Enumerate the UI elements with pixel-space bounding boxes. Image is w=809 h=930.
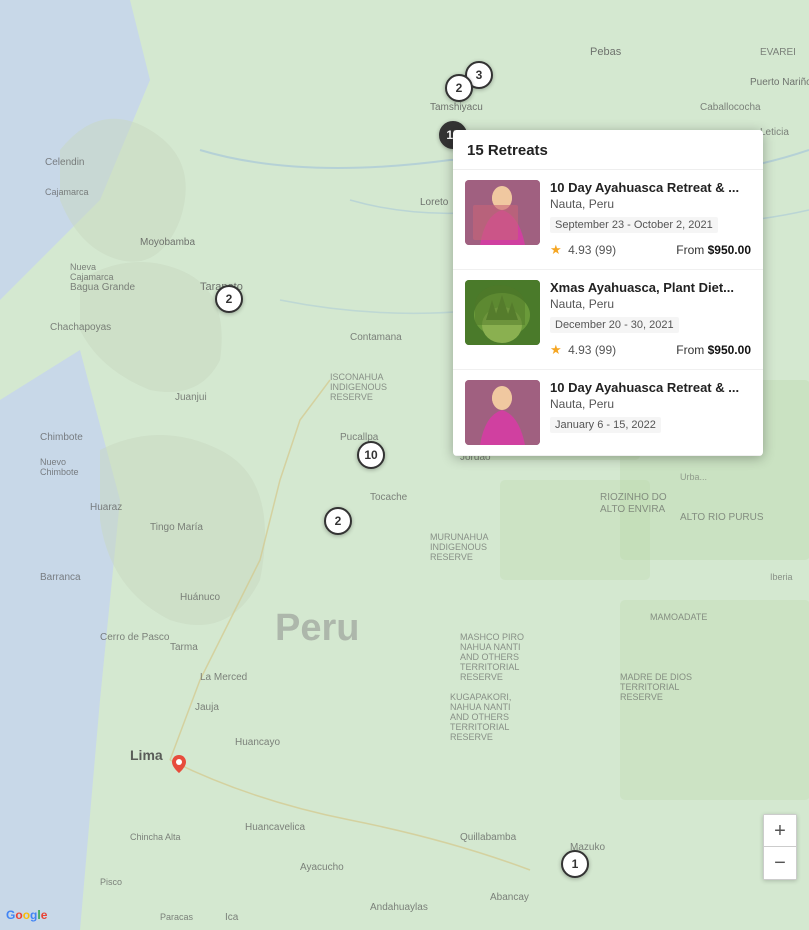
svg-text:ALTO RIO PURUS: ALTO RIO PURUS: [680, 512, 764, 523]
retreat-rating-row-1: ★ 4.93 (99) From $950.00: [550, 241, 751, 259]
svg-text:Tamshiyacu: Tamshiyacu: [430, 102, 483, 113]
svg-text:Ica: Ica: [225, 912, 239, 923]
retreat-date-2: December 20 - 30, 2021: [550, 317, 679, 333]
svg-text:Tingo María: Tingo María: [150, 522, 203, 533]
svg-text:Cerro de Pasco: Cerro de Pasco: [100, 632, 170, 643]
svg-text:Bagua Grande: Bagua Grande: [70, 282, 135, 293]
google-logo: Google: [6, 908, 47, 922]
svg-text:EVAREI: EVAREI: [760, 47, 796, 58]
svg-text:MAMOADATE: MAMOADATE: [650, 612, 707, 622]
retreat-location-2: Nauta, Peru: [550, 297, 751, 311]
rating-text-2: 4.93 (99): [568, 343, 616, 357]
lima-pin: [172, 755, 186, 778]
zoom-controls: + −: [763, 814, 797, 880]
svg-text:Jauja: Jauja: [195, 702, 219, 713]
svg-text:Huancayo: Huancayo: [235, 737, 280, 748]
svg-text:Cajamarca: Cajamarca: [45, 187, 89, 197]
retreat-card-1[interactable]: 10 Day Ayahuasca Retreat & ... Nauta, Pe…: [453, 170, 763, 270]
retreat-card-2[interactable]: Xmas Ayahuasca, Plant Diet... Nauta, Per…: [453, 270, 763, 370]
svg-text:Huánuco: Huánuco: [180, 592, 220, 603]
svg-text:Andahuaylas: Andahuaylas: [370, 902, 428, 913]
marker-2c[interactable]: 2: [324, 507, 352, 535]
retreat-popup: 15 Retreats 10 Day Ayahuasca Retreat & .…: [453, 130, 763, 456]
retreat-name-1: 10 Day Ayahuasca Retreat & ...: [550, 180, 751, 195]
retreat-name-3: 10 Day Ayahuasca Retreat & ...: [550, 380, 751, 395]
svg-text:Urba...: Urba...: [680, 472, 707, 482]
star-icon-2: ★: [550, 342, 562, 357]
zoom-out-button[interactable]: −: [764, 847, 796, 879]
retreat-info-2: Xmas Ayahuasca, Plant Diet... Nauta, Per…: [550, 280, 751, 359]
rating-text-1: 4.93 (99): [568, 243, 616, 257]
svg-text:Barranca: Barranca: [40, 572, 81, 583]
popup-list[interactable]: 10 Day Ayahuasca Retreat & ... Nauta, Pe…: [453, 170, 763, 456]
svg-text:La Merced: La Merced: [200, 672, 247, 683]
retreat-location-1: Nauta, Peru: [550, 197, 751, 211]
map-container: Pebas Puerto Nariño Caballococha EVAREI …: [0, 0, 809, 930]
svg-text:Quillabamba: Quillabamba: [460, 832, 517, 843]
svg-text:Chincha Alta: Chincha Alta: [130, 832, 181, 842]
svg-text:Pebas: Pebas: [590, 46, 622, 58]
zoom-in-button[interactable]: +: [764, 815, 796, 847]
retreat-info-3: 10 Day Ayahuasca Retreat & ... Nauta, Pe…: [550, 380, 751, 438]
retreat-location-3: Nauta, Peru: [550, 397, 751, 411]
retreat-thumb-1: [465, 180, 540, 245]
retreat-date-3: January 6 - 15, 2022: [550, 417, 661, 433]
svg-text:Lima: Lima: [130, 747, 163, 763]
svg-text:Pisco: Pisco: [100, 877, 122, 887]
svg-text:Abancay: Abancay: [490, 892, 529, 903]
svg-text:Iberia: Iberia: [770, 572, 793, 582]
svg-text:Chimbote: Chimbote: [40, 432, 83, 443]
retreat-thumb-2: [465, 280, 540, 345]
svg-text:Leticia: Leticia: [760, 127, 789, 138]
retreat-rating-row-2: ★ 4.93 (99) From $950.00: [550, 341, 751, 359]
marker-1[interactable]: 1: [561, 850, 589, 878]
marker-2b[interactable]: 2: [215, 285, 243, 313]
popup-header: 15 Retreats: [453, 130, 763, 170]
price-text-2: From $950.00: [676, 343, 751, 357]
retreat-card-3[interactable]: 10 Day Ayahuasca Retreat & ... Nauta, Pe…: [453, 370, 763, 456]
retreat-name-2: Xmas Ayahuasca, Plant Diet...: [550, 280, 751, 295]
retreat-thumb-3: [465, 380, 540, 445]
star-icon-1: ★: [550, 242, 562, 257]
svg-text:Moyobamba: Moyobamba: [140, 237, 195, 248]
svg-text:Juanjui: Juanjui: [175, 392, 207, 403]
svg-text:Celendin: Celendin: [45, 157, 84, 168]
svg-text:Tarma: Tarma: [170, 642, 198, 653]
svg-text:Contamana: Contamana: [350, 332, 402, 343]
svg-text:Huaraz: Huaraz: [90, 502, 122, 513]
svg-text:Huancavelica: Huancavelica: [245, 822, 305, 833]
marker-2a[interactable]: 2: [445, 74, 473, 102]
svg-text:Peru: Peru: [275, 607, 359, 649]
retreat-date-1: September 23 - October 2, 2021: [550, 217, 718, 233]
retreat-info-1: 10 Day Ayahuasca Retreat & ... Nauta, Pe…: [550, 180, 751, 259]
svg-text:Chachapoyas: Chachapoyas: [50, 322, 111, 333]
svg-text:Ayacucho: Ayacucho: [300, 862, 344, 873]
svg-text:Caballococha: Caballococha: [700, 102, 761, 113]
svg-text:Paracas: Paracas: [160, 912, 194, 922]
svg-text:RIOZINHO DOALTO ENVIRA: RIOZINHO DOALTO ENVIRA: [600, 492, 667, 515]
svg-text:Puerto Nariño: Puerto Nariño: [750, 77, 809, 88]
svg-text:Tocache: Tocache: [370, 492, 408, 503]
svg-text:Loreto: Loreto: [420, 197, 449, 208]
marker-10[interactable]: 10: [357, 441, 385, 469]
price-text-1: From $950.00: [676, 243, 751, 257]
